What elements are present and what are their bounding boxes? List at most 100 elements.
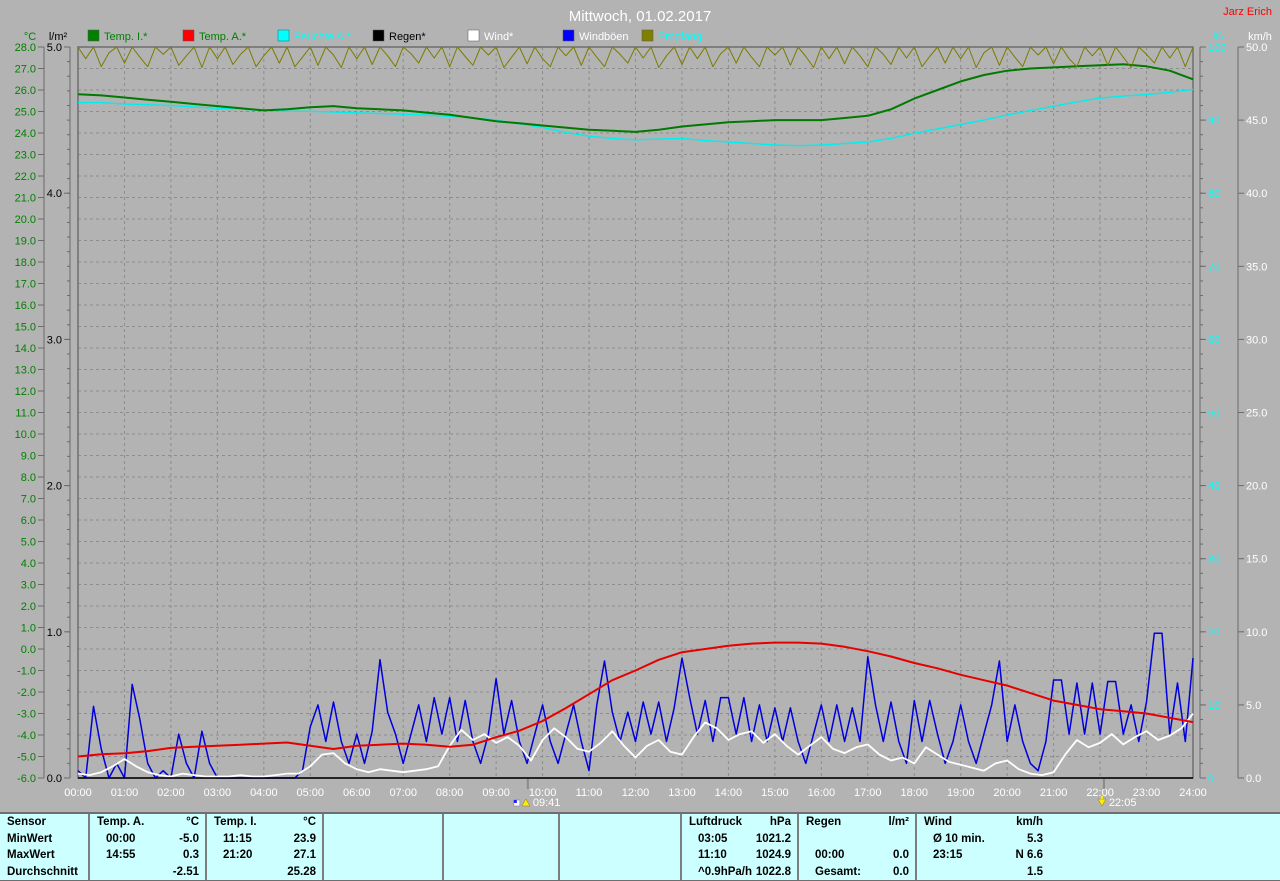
table-cell: Gesamt:0.0 — [799, 864, 915, 881]
table-cell-value: N 6.6 — [1016, 847, 1044, 864]
axis-tick-label-humidity_pct: 50 — [1208, 408, 1220, 420]
table-col-unit: km/h — [1016, 814, 1043, 831]
table-col-header: Windkm/h — [917, 814, 1280, 831]
axis-tick-label-humidity_pct: 70 — [1208, 261, 1220, 273]
series-empfang — [78, 47, 1193, 68]
axis-tick-label-humidity_pct: 30 — [1208, 554, 1220, 566]
axis-tick-label-temp_c: 1.0 — [21, 623, 36, 635]
table-col-header: Regenl/m² — [799, 814, 915, 831]
x-axis-labels: 00:0001:0002:0003:0004:0005:0006:0007:00… — [64, 787, 1207, 799]
axis-tick-label-temp_c: 9.0 — [21, 451, 36, 463]
table-cell — [324, 831, 442, 848]
table-cell: 1.5 — [917, 864, 1280, 881]
table-cell-value: 23.9 — [294, 831, 316, 848]
table-row-header: Sensor — [0, 814, 88, 831]
statistics-table: SensorMinWertMaxWertDurchschnittTemp. A.… — [0, 812, 1280, 881]
table-col-title: Luftdruck — [689, 814, 742, 831]
table-cell — [444, 831, 558, 848]
axis-tick-label-rain_lm2: 4.0 — [47, 188, 62, 200]
x-tick-label: 21:00 — [1040, 787, 1068, 799]
table-column: Regenl/m² 00:000.0Gesamt:0.0 — [797, 814, 915, 880]
axis-tick-label-temp_c: 2.0 — [21, 601, 36, 613]
legend-label: Empfang — [658, 31, 702, 43]
x-tick-label: 20:00 — [993, 787, 1021, 799]
axis-tick-label-humidity_pct: 40 — [1208, 481, 1220, 493]
axis-tick-label-temp_c: 14.0 — [15, 343, 36, 355]
table-cell-value: 1024.9 — [756, 847, 791, 864]
x-tick-label: 01:00 — [111, 787, 139, 799]
table-cell — [324, 864, 442, 881]
legend-label: Windböen — [579, 31, 629, 43]
axis-tick-label-wind_kmh: 40.0 — [1246, 188, 1267, 200]
legend-swatch-7 — [642, 30, 653, 41]
legend-label: Feuchte A.* — [294, 31, 352, 43]
chart-axes: -6.0-5.0-4.0-3.0-2.0-1.00.01.02.03.04.05… — [15, 42, 1268, 785]
table-col-unit: hPa — [770, 814, 791, 831]
axis-tick-label-wind_kmh: 10.0 — [1246, 627, 1267, 639]
legend-swatch-3 — [278, 30, 289, 41]
table-cell-value: 25.28 — [287, 864, 316, 881]
table-column — [442, 814, 558, 880]
table-column: Windkm/hØ 10 min.5.323:15N 6.61.5 — [915, 814, 1280, 880]
x-tick-label: 08:00 — [436, 787, 464, 799]
x-tick-label: 09:00 — [482, 787, 510, 799]
table-cell: Ø 10 min.5.3 — [917, 831, 1280, 848]
axis-tick-label-temp_c: 3.0 — [21, 580, 36, 592]
axis-tick-label-wind_kmh: 25.0 — [1246, 408, 1267, 420]
legend-swatch-1 — [88, 30, 99, 41]
table-cell: 23:15N 6.6 — [917, 847, 1280, 864]
axis-tick-label-temp_c: 21.0 — [15, 193, 36, 205]
table-cell: 14:550.3 — [90, 847, 205, 864]
axis-tick-label-wind_kmh: 5.0 — [1246, 700, 1261, 712]
table-cell — [560, 847, 680, 864]
axis-tick-label-humidity_pct: 100 — [1208, 42, 1226, 54]
table-cell-value: 1022.8 — [756, 864, 791, 881]
table-cell: 03:051021.2 — [682, 831, 797, 848]
table-cell-label: 21:20 — [223, 847, 252, 864]
chart-legend: Temp. I.*Temp. A.*Feuchte A.*Regen*Wind*… — [88, 30, 702, 43]
table-cell-value: 5.3 — [1027, 831, 1043, 848]
x-tick-label: 12:00 — [622, 787, 650, 799]
axis-tick-label-temp_c: 28.0 — [15, 42, 36, 54]
axis-tick-label-temp_c: -4.0 — [17, 730, 36, 742]
axis-tick-label-temp_c: -5.0 — [17, 752, 36, 764]
axis-tick-label-rain_lm2: 0.0 — [47, 773, 62, 785]
chart-grid — [78, 47, 1193, 778]
x-tick-label: 07:00 — [389, 787, 417, 799]
sun-up-arrow-icon — [522, 799, 530, 806]
axis-tick-label-temp_c: 13.0 — [15, 365, 36, 377]
x-tick-label: 13:00 — [668, 787, 696, 799]
axis-tick-label-temp_c: 6.0 — [21, 515, 36, 527]
x-tick-label: 02:00 — [157, 787, 185, 799]
table-column — [558, 814, 680, 880]
x-tick-label: 03:00 — [204, 787, 232, 799]
axis-tick-label-temp_c: 11.0 — [15, 408, 36, 420]
table-cell: 25.28 — [207, 864, 322, 881]
weather-chart: Mittwoch, 01.02.2017 Jarz Erich °C l/m² … — [0, 0, 1280, 812]
table-col-header — [324, 814, 442, 831]
table-col-header — [560, 814, 680, 831]
table-column: Temp. I.°C11:1523.921:2027.125.28 — [205, 814, 322, 880]
table-col-title: Temp. I. — [214, 814, 257, 831]
weather-station-screen: Mittwoch, 01.02.2017 Jarz Erich °C l/m² … — [0, 0, 1280, 881]
chart-title: Mittwoch, 01.02.2017 — [569, 8, 712, 25]
x-tick-label: 24:00 — [1179, 787, 1207, 799]
axis-tick-label-humidity_pct: 90 — [1208, 115, 1220, 127]
table-cell — [324, 847, 442, 864]
axis-tick-label-wind_kmh: 15.0 — [1246, 554, 1267, 566]
table-column: Temp. A.°C00:00-5.014:550.3-2.51 — [88, 814, 205, 880]
axis-tick-label-temp_c: -1.0 — [17, 666, 36, 678]
axis-tick-label-temp_c: 26.0 — [15, 85, 36, 97]
x-tick-label: 14:00 — [715, 787, 743, 799]
axis-tick-label-temp_c: -6.0 — [17, 773, 36, 785]
axis-tick-label-temp_c: 0.0 — [21, 644, 36, 656]
axis-tick-label-temp_c: 5.0 — [21, 537, 36, 549]
table-cell-value: -2.51 — [173, 864, 199, 881]
axis-tick-label-wind_kmh: 35.0 — [1246, 261, 1267, 273]
table-cell: 00:000.0 — [799, 847, 915, 864]
sun-icon-detail — [514, 800, 517, 803]
legend-swatch-4 — [373, 30, 384, 41]
marker-time-label: 22:05 — [1109, 797, 1137, 809]
table-cell-value: 1.5 — [1027, 864, 1043, 881]
table-cell: 11:1523.9 — [207, 831, 322, 848]
